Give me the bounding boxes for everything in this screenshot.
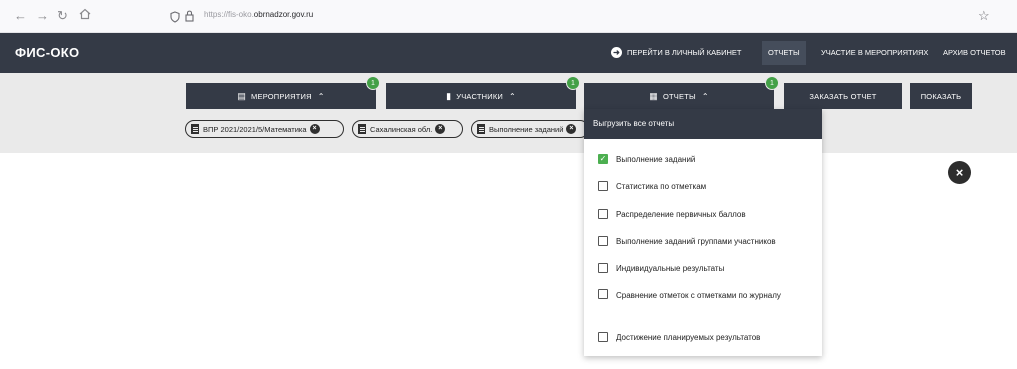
checkbox-icon[interactable] — [598, 181, 608, 191]
chip-report: Выполнение заданий × — [471, 120, 589, 138]
chart-icon: ▦ — [649, 90, 658, 101]
cabinet-link[interactable]: ➜ ПЕРЕЙТИ В ЛИЧНЫЙ КАБИНЕТ — [611, 47, 741, 58]
shield-icon[interactable] — [170, 10, 180, 28]
participants-dropdown-label: УЧАСТНИКИ — [456, 91, 503, 101]
events-dropdown-label: МЕРОПРИЯТИЯ — [251, 91, 312, 101]
checkbox-icon[interactable] — [598, 209, 608, 219]
chip-event-label: ВПР 2021/2021/5/Математика — [203, 124, 307, 134]
events-dropdown-button[interactable]: ▤ МЕРОПРИЯТИЯ ⌃ — [186, 83, 376, 109]
menu-item-label: Выполнение заданий группами участников — [616, 236, 776, 246]
participants-count-badge: 1 — [566, 76, 580, 90]
chip-event: ВПР 2021/2021/5/Математика × — [185, 120, 344, 138]
events-count-badge: 1 — [366, 76, 380, 90]
chevron-up-icon: ⌃ — [508, 91, 516, 101]
menu-item-label: Индивидуальные результаты — [616, 263, 725, 273]
chevron-up-icon: ⌃ — [317, 91, 325, 101]
close-icon[interactable]: × — [435, 124, 446, 134]
menu-item-planned-results[interactable]: Достижение планируемых результатов — [598, 332, 760, 342]
home-icon[interactable] — [79, 8, 91, 24]
download-all-reports[interactable]: Выгрузить все отчеты — [584, 109, 822, 139]
bookmark-icon: ▮ — [446, 90, 452, 101]
cabinet-link-label: ПЕРЕЙТИ В ЛИЧНЫЙ КАБИНЕТ — [627, 48, 742, 57]
document-icon: ▤ — [237, 90, 247, 101]
menu-item-task-completion[interactable]: ✓ Выполнение заданий — [598, 154, 695, 164]
address-bar[interactable]: https://fis-oko.obrnadzor.gov.ru — [166, 5, 1008, 28]
order-report-button[interactable]: ЗАКАЗАТЬ ОТЧЕТ — [784, 83, 902, 109]
menu-item-label: Достижение планируемых результатов — [616, 332, 761, 342]
reload-icon[interactable]: ↻ — [57, 8, 68, 24]
reports-dropdown-menu: Выгрузить все отчеты ✓ Выполнение задани… — [584, 109, 822, 356]
chip-region-label: Сахалинская обл. — [370, 124, 433, 134]
menu-item-label: Выполнение заданий — [616, 154, 696, 164]
document-icon — [191, 124, 199, 134]
lock-icon[interactable] — [185, 9, 194, 27]
checkbox-checked-icon[interactable]: ✓ — [598, 154, 608, 164]
chip-region: Сахалинская обл. × — [352, 120, 463, 138]
close-icon[interactable]: × — [948, 161, 971, 184]
document-icon — [477, 124, 485, 134]
forward-icon[interactable]: → — [36, 8, 49, 24]
close-icon[interactable]: × — [309, 124, 320, 134]
close-icon[interactable]: × — [566, 124, 577, 134]
menu-item-grade-comparison[interactable]: Сравнение отметок с отметками по журналу — [586, 288, 786, 304]
url-text: https://fis-oko.obrnadzor.gov.ru — [204, 10, 314, 19]
arrow-right-circle-icon: ➜ — [611, 47, 622, 58]
chevron-up-icon: ⌃ — [701, 91, 709, 101]
nav-reports[interactable]: ОТЧЕТЫ — [762, 41, 806, 65]
reports-count-badge: 1 — [765, 76, 779, 90]
document-icon — [358, 124, 366, 134]
checkbox-icon[interactable] — [598, 263, 608, 273]
menu-item-score-distribution[interactable]: Распределение первичных баллов — [598, 209, 746, 219]
reports-dropdown-button[interactable]: ▦ ОТЧЕТЫ ⌃ — [584, 83, 774, 109]
checkbox-icon[interactable] — [598, 289, 608, 299]
participants-dropdown-button[interactable]: ▮ УЧАСТНИКИ ⌃ — [386, 83, 576, 109]
nav-archive[interactable]: АРХИВ ОТЧЕТОВ — [937, 41, 1012, 65]
nav-participation[interactable]: УЧАСТИЕ В МЕРОПРИЯТИЯХ — [815, 41, 934, 65]
checkbox-icon[interactable] — [598, 332, 608, 342]
checkbox-icon[interactable] — [598, 236, 608, 246]
menu-item-label: Распределение первичных баллов — [616, 209, 746, 219]
reports-dropdown-label: ОТЧЕТЫ — [662, 91, 696, 101]
menu-item-group-completion[interactable]: Выполнение заданий группами участников — [598, 236, 776, 246]
app-header: ФИС-ОКО ➜ ПЕРЕЙТИ В ЛИЧНЫЙ КАБИНЕТ ОТЧЕТ… — [0, 33, 1017, 73]
menu-item-individual-results[interactable]: Индивидуальные результаты — [598, 263, 724, 273]
chip-report-label: Выполнение заданий — [489, 124, 564, 134]
browser-toolbar: ← → ↻ https://fis-oko.obrnadzor.gov.ru ☆ — [0, 0, 1017, 33]
menu-item-label: Статистика по отметкам — [616, 181, 707, 191]
menu-item-grade-statistics[interactable]: Статистика по отметкам — [598, 181, 706, 191]
app-title: ФИС-ОКО — [15, 45, 80, 60]
back-icon[interactable]: ← — [14, 8, 27, 24]
screen: ← → ↻ https://fis-oko.obrnadzor.gov.ru ☆… — [0, 0, 1017, 369]
star-icon[interactable]: ☆ — [978, 8, 990, 24]
show-button[interactable]: ПОКАЗАТЬ — [910, 83, 972, 109]
menu-item-label: Сравнение отметок с отметками по журналу — [616, 291, 781, 300]
